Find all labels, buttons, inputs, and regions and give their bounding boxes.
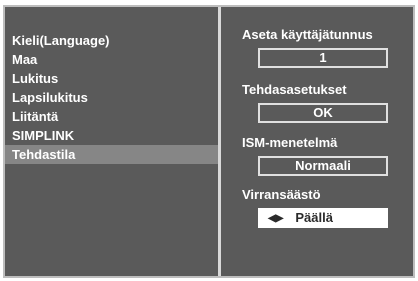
menu-item-lock[interactable]: Lukitus bbox=[5, 69, 218, 88]
osd-menu-frame: Kieli(Language) Maa Lukitus Lapsilukitus… bbox=[3, 5, 415, 278]
factory-reset-label: Tehdasasetukset bbox=[242, 82, 347, 97]
main-menu: Kieli(Language) Maa Lukitus Lapsilukitus… bbox=[5, 31, 218, 164]
menu-item-country[interactable]: Maa bbox=[5, 50, 218, 69]
left-right-arrows-icon[interactable]: ◀▶ bbox=[268, 211, 283, 227]
screen: Kieli(Language) Maa Lukitus Lapsilukitus… bbox=[0, 0, 418, 281]
ism-method-label: ISM-menetelmä bbox=[242, 135, 338, 150]
power-saving-value: Päällä bbox=[295, 210, 333, 225]
power-saving-selector[interactable]: ◀▶ Päällä bbox=[258, 208, 388, 228]
user-id-field[interactable]: 1 bbox=[258, 48, 388, 68]
menu-item-child-lock[interactable]: Lapsilukitus bbox=[5, 88, 218, 107]
menu-item-factory-mode[interactable]: Tehdastila bbox=[5, 145, 218, 164]
ism-method-field[interactable]: Normaali bbox=[258, 156, 388, 176]
user-id-label: Aseta käyttäjätunnus bbox=[242, 27, 373, 42]
factory-reset-button[interactable]: OK bbox=[258, 103, 388, 123]
menu-item-connection[interactable]: Liitäntä bbox=[5, 107, 218, 126]
settings-panel: Aseta käyttäjätunnus 1 Tehdasasetukset O… bbox=[221, 7, 413, 276]
power-saving-label: Virransäästö bbox=[242, 187, 321, 202]
menu-item-simplink[interactable]: SIMPLINK bbox=[5, 126, 218, 145]
menu-item-language[interactable]: Kieli(Language) bbox=[5, 31, 218, 50]
